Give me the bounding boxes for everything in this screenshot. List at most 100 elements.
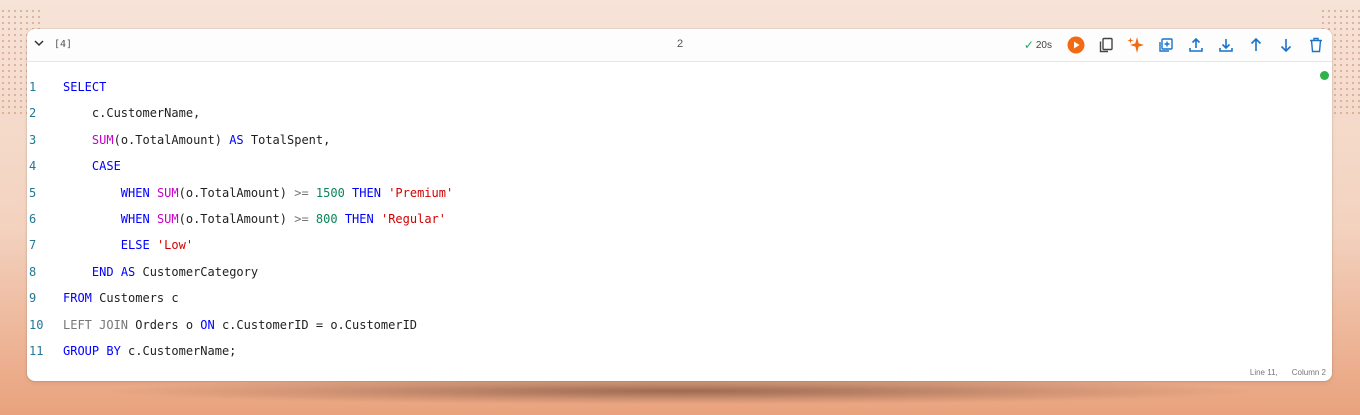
code-line[interactable]: 5 WHEN SUM(o.TotalAmount) >= 1500 THEN '… bbox=[27, 180, 1332, 206]
execution-duration: 20s bbox=[1035, 39, 1052, 51]
cursor-column: Column 2 bbox=[1291, 368, 1326, 377]
line-number: 10 bbox=[29, 317, 44, 332]
code-token: THEN bbox=[344, 211, 374, 226]
code-token: c.CustomerName; bbox=[120, 343, 237, 358]
code-token: THEN bbox=[352, 185, 381, 200]
execution-count: [4] bbox=[54, 39, 73, 50]
code-token: CustomerCategory bbox=[135, 264, 259, 279]
move-up-icon[interactable] bbox=[1244, 33, 1268, 57]
code-text: SUM(o.TotalAmount) AS TotalSpent, bbox=[63, 127, 330, 153]
code-editor[interactable]: 1 SELECT 2 c.CustomerName, 3 SUM(o.TotalAmo… bbox=[27, 74, 1332, 364]
code-text: LEFT JOIN Orders o ON c.CustomerID = o.C… bbox=[63, 312, 417, 338]
line-number: 3 bbox=[29, 132, 37, 147]
sparkle-icon[interactable] bbox=[1124, 33, 1148, 57]
code-text: CASE bbox=[63, 153, 121, 179]
code-token: 1500 bbox=[315, 185, 345, 200]
code-line[interactable]: 11 GROUP BY c.CustomerName; bbox=[27, 338, 1332, 364]
code-token: c.CustomerID = o.CustomerID bbox=[214, 317, 418, 332]
code-token: SELECT bbox=[63, 80, 107, 94]
code-token: WHEN bbox=[120, 211, 150, 226]
code-line[interactable]: 1 SELECT bbox=[27, 74, 1332, 100]
code-line[interactable]: 3 SUM(o.TotalAmount) AS TotalSpent, bbox=[27, 127, 1332, 153]
execution-status: ✓ 20s bbox=[1024, 38, 1052, 52]
code-token: GROUP BY bbox=[63, 343, 121, 358]
code-token: LEFT JOIN bbox=[63, 317, 129, 332]
code-token: ELSE bbox=[120, 238, 150, 253]
line-number: 2 bbox=[29, 106, 37, 121]
code-text: ELSE 'Low' bbox=[63, 232, 193, 258]
code-line[interactable]: 4 CASE bbox=[27, 153, 1332, 179]
delete-icon[interactable] bbox=[1304, 33, 1328, 57]
line-number: 4 bbox=[29, 159, 37, 174]
copy-icon[interactable] bbox=[1094, 33, 1118, 57]
editor-status-bar: Line 11, Column 2 bbox=[1250, 368, 1326, 377]
code-token: TotalSpent, bbox=[243, 132, 331, 147]
code-token: CASE bbox=[91, 159, 121, 174]
cell-language-label: 2 bbox=[677, 38, 684, 50]
cell-shadow bbox=[110, 378, 1250, 404]
cursor-line: Line 11, bbox=[1249, 368, 1278, 377]
line-number: 11 bbox=[29, 343, 44, 358]
code-token: c.CustomerName, bbox=[63, 106, 201, 121]
code-text: WHEN SUM(o.TotalAmount) >= 1500 THEN 'Pr… bbox=[63, 180, 453, 206]
code-text: GROUP BY c.CustomerName; bbox=[63, 338, 236, 364]
code-token: 800 bbox=[315, 211, 338, 226]
code-text: WHEN SUM(o.TotalAmount) >= 800 THEN 'Reg… bbox=[63, 206, 446, 232]
line-number: 1 bbox=[29, 80, 37, 94]
cell-toolbar: [4] 2 ✓ 20s bbox=[27, 29, 1332, 62]
code-token: FROM bbox=[63, 291, 92, 306]
upload-icon[interactable] bbox=[1184, 33, 1208, 57]
notebook-code-cell[interactable]: [4] 2 ✓ 20s 1 SELECT 2 c.CustomerName, 3… bbox=[27, 29, 1332, 381]
line-number: 5 bbox=[29, 185, 37, 200]
code-line[interactable]: 9 FROM Customers c bbox=[27, 285, 1332, 311]
collapse-chevron-icon[interactable] bbox=[31, 35, 47, 55]
code-token: AS bbox=[120, 264, 136, 279]
code-text: END AS CustomerCategory bbox=[63, 259, 258, 285]
line-number: 7 bbox=[29, 238, 37, 253]
code-token: Orders o bbox=[128, 317, 201, 332]
code-text: FROM Customers c bbox=[63, 285, 179, 311]
code-token: ON bbox=[200, 317, 215, 332]
code-token: >= bbox=[294, 211, 309, 226]
code-line[interactable]: 6 WHEN SUM(o.TotalAmount) >= 800 THEN 'R… bbox=[27, 206, 1332, 232]
success-check-icon: ✓ bbox=[1023, 38, 1034, 52]
code-text: c.CustomerName, bbox=[63, 100, 200, 126]
download-icon[interactable] bbox=[1214, 33, 1238, 57]
code-line[interactable]: 7 ELSE 'Low' bbox=[27, 232, 1332, 258]
code-token: 'Premium' bbox=[388, 185, 454, 200]
code-token: (o.TotalAmount) bbox=[178, 211, 295, 226]
line-number: 8 bbox=[29, 264, 37, 279]
code-token: END bbox=[91, 264, 114, 279]
code-line[interactable]: 2 c.CustomerName, bbox=[27, 100, 1332, 126]
run-icon[interactable] bbox=[1064, 33, 1088, 57]
code-token: 'Low' bbox=[156, 238, 194, 253]
code-token: SUM bbox=[91, 132, 114, 147]
code-token: Customers c bbox=[91, 291, 179, 306]
code-text: SELECT bbox=[63, 74, 106, 100]
code-token: SUM bbox=[156, 211, 179, 226]
code-line[interactable]: 10 LEFT JOIN Orders o ON c.CustomerID = o… bbox=[27, 312, 1332, 338]
line-number: 9 bbox=[29, 291, 37, 306]
code-token: SUM bbox=[156, 185, 179, 200]
move-down-icon[interactable] bbox=[1274, 33, 1298, 57]
line-number: 6 bbox=[29, 211, 37, 226]
code-token: WHEN bbox=[120, 185, 150, 200]
add-cell-icon[interactable] bbox=[1154, 33, 1178, 57]
code-line[interactable]: 8 END AS CustomerCategory bbox=[27, 259, 1332, 285]
code-token: 'Regular' bbox=[380, 211, 446, 226]
